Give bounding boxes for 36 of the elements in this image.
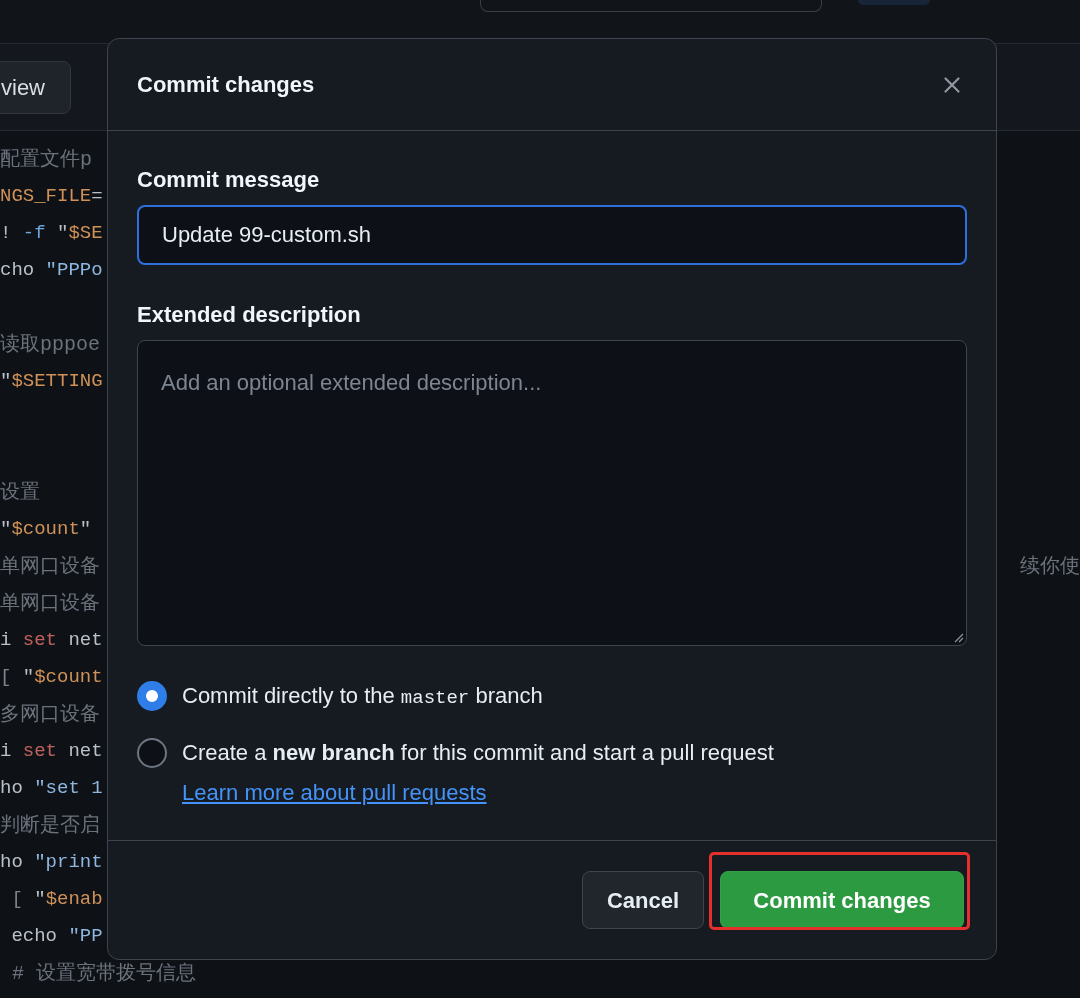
code-text: 多网口设备 — [0, 701, 100, 728]
learn-more-link[interactable]: Learn more about pull requests — [182, 780, 487, 805]
code-text: # 设置宽带拨号信息 — [11, 960, 196, 987]
search-field[interactable] — [480, 0, 822, 12]
code-text: echo "PP — [10, 924, 103, 950]
code-text: i set net — [0, 739, 103, 765]
code-text: ! -f "$SE — [0, 221, 103, 247]
commit-message-field[interactable]: Update 99-custom.sh — [137, 205, 967, 265]
tab[interactable]: view — [0, 60, 71, 114]
dialog-title: Commit changes — [137, 71, 315, 99]
code-text: 单网口设备 — [0, 553, 100, 580]
code-text: 读取pppoe — [0, 331, 100, 358]
code-text: 判断是否启 — [0, 812, 100, 839]
field-label: Extended description — [137, 302, 362, 328]
code-text: 设置 — [0, 479, 40, 506]
code-text: [ "$count — [0, 665, 103, 691]
code-text: [ "$enab — [10, 887, 103, 913]
code-text: ho "set 1 — [0, 776, 103, 802]
option-label: Commit directly to the master branch — [182, 682, 543, 711]
radio-button[interactable] — [137, 681, 167, 711]
code-text: i set net — [0, 628, 103, 654]
commit-button[interactable]: Commit changes — [720, 871, 964, 929]
code-text: NGS_FILE= — [0, 184, 103, 210]
resize-handle-icon[interactable] — [954, 633, 964, 643]
description-field[interactable]: Add an optional extended description... — [137, 340, 967, 646]
cancel-button[interactable]: Cancel — [582, 871, 704, 929]
code-text: 配置文件p — [0, 146, 92, 173]
code-text: ho "print — [0, 850, 103, 876]
code-text: cho "PPPo — [0, 258, 103, 284]
code-text: "$SETTING — [0, 369, 103, 395]
code-text: 单网口设备 — [0, 590, 100, 617]
code-text: "$count" — [0, 517, 92, 543]
radio-button[interactable] — [137, 738, 167, 768]
code-text: 续你使 — [1019, 553, 1080, 580]
option-label: Create a new branch for this commit and start a pull request Learn more about pull requests — [182, 739, 775, 807]
field-label: Commit message — [137, 167, 321, 193]
